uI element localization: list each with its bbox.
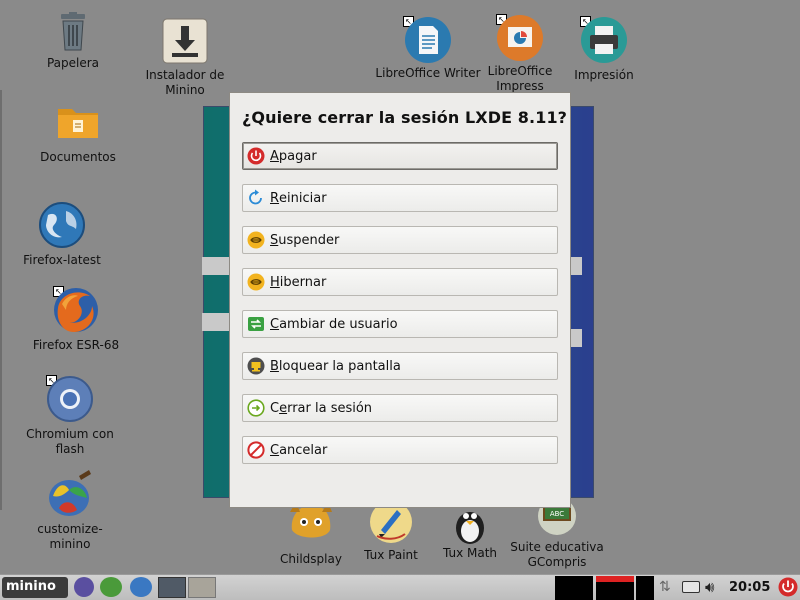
tux-penguin-icon: [448, 504, 492, 544]
desktop-icon-chromium[interactable]: ↖ Chromium con flash: [22, 375, 118, 457]
customize-label-1: customize-: [37, 522, 103, 536]
network-arrows-icon[interactable]: ⇅: [659, 579, 671, 595]
desktop-icon-trash[interactable]: Papelera: [25, 12, 121, 71]
desktop-icon-tuxmath[interactable]: Tux Math: [422, 504, 518, 561]
desktop-icon-customize[interactable]: customize- minino: [22, 470, 118, 552]
dialog-title: ¿Quiere cerrar la sesión LXDE 8.11?: [242, 108, 568, 127]
recycle-icon[interactable]: [100, 577, 122, 597]
documents-label: Documentos: [40, 150, 116, 164]
tuxmath-label: Tux Math: [442, 546, 498, 560]
hibernate-button[interactable]: Hibernar: [242, 268, 558, 296]
gcompris-label-2: GCompris: [527, 555, 587, 569]
taskbar: minino ⇅ 🔊︎ 20:05: [0, 574, 800, 600]
chromium-label-1: Chromium con: [26, 427, 114, 441]
desktop-icon-documents[interactable]: Documentos: [30, 104, 126, 165]
cancel-icon: [247, 441, 265, 459]
svg-text:ABC: ABC: [550, 510, 564, 518]
workspace-2[interactable]: [188, 577, 216, 598]
logout-mnemonic: e: [279, 400, 288, 416]
file-manager-icon[interactable]: [74, 577, 94, 597]
lock-screen-mnemonic: B: [270, 358, 279, 374]
logout-button[interactable]: Ce rrar la sesión: [242, 394, 558, 422]
trash-label: Papelera: [46, 56, 100, 70]
switch-user-button[interactable]: Cambiar de usuario: [242, 310, 558, 338]
power-icon[interactable]: [778, 577, 798, 597]
chromium-label-2: flash: [55, 442, 85, 456]
installer-icon: [162, 18, 208, 64]
hibernate-icon: [247, 273, 265, 291]
printer-icon: [580, 16, 628, 64]
suspend-label: uspender: [278, 232, 340, 248]
firefox-globe-icon: [38, 201, 86, 249]
cancel-mnemonic: C: [270, 442, 280, 458]
suspend-mnemonic: S: [270, 232, 279, 248]
switch-user-icon: [247, 315, 265, 333]
trash-icon: [55, 12, 91, 52]
firefox-latest-label: Firefox-latest: [23, 253, 101, 267]
lock-screen-label: loquear la pantalla: [278, 358, 401, 374]
start-menu-label: minino: [6, 579, 56, 594]
firefox-icon: [52, 286, 100, 334]
suspend-icon: [247, 231, 265, 249]
desktop-icon-firefox-esr[interactable]: ↖ Firefox ESR-68: [28, 286, 124, 353]
start-menu-button[interactable]: minino: [2, 577, 68, 598]
desktop-icon-lo-impress[interactable]: ↖ LibreOffice Impress: [472, 14, 568, 94]
memory-monitor: [596, 576, 634, 600]
cancel-label: ancelar: [279, 442, 328, 458]
desktop-icon-installer[interactable]: Instalador de Minino: [137, 18, 233, 98]
workspace-1[interactable]: [158, 577, 186, 598]
lock-screen-icon: [247, 357, 265, 375]
desktop-icon-printing[interactable]: ↖ Impresión: [556, 16, 652, 83]
clock[interactable]: 20:05: [729, 580, 770, 595]
keyboard-icon[interactable]: [682, 581, 700, 593]
more-apps-icon[interactable]: [130, 577, 152, 597]
desktop-icon-firefox-latest[interactable]: Firefox-latest: [14, 201, 110, 268]
writer-icon: [404, 16, 452, 64]
logout-icon: [247, 399, 265, 417]
installer-label-1: Instalador de: [145, 68, 225, 82]
cancel-button[interactable]: Cancelar: [242, 436, 558, 464]
shutdown-label: pagar: [278, 148, 317, 164]
firefox-esr-label: Firefox ESR-68: [32, 338, 120, 352]
printing-label: Impresión: [574, 68, 634, 82]
customize-paint-icon: [45, 470, 95, 518]
chromium-icon: [46, 375, 94, 423]
customize-label-2: minino: [49, 537, 91, 551]
logout-label-pre: C: [270, 400, 280, 416]
lo-impress-label-1: LibreOffice: [487, 64, 553, 78]
shutdown-button[interactable]: Apagar: [242, 142, 558, 170]
hibernate-mnemonic: H: [270, 274, 280, 290]
folder-icon: [56, 104, 100, 140]
impress-icon: [496, 14, 544, 62]
restart-label: einiciar: [279, 190, 327, 206]
suspend-button[interactable]: Suspender: [242, 226, 558, 254]
switch-user-label: ambiar de usuario: [279, 316, 398, 332]
lock-screen-button[interactable]: Bloquear la pantalla: [242, 352, 558, 380]
gcompris-label-1: Suite educativa: [510, 540, 604, 554]
switch-user-mnemonic: C: [270, 316, 280, 332]
restart-mnemonic: R: [270, 190, 280, 206]
power-icon: [247, 147, 265, 165]
shutdown-mnemonic: A: [270, 148, 279, 164]
logout-label: rrar la sesión: [287, 400, 373, 416]
installer-label-2: Minino: [165, 83, 205, 97]
logout-dialog: ¿Quiere cerrar la sesión LXDE 8.11? Apag…: [229, 92, 571, 508]
network-monitor: [636, 576, 654, 600]
restart-icon: [247, 189, 265, 207]
desktop-edge: [0, 90, 2, 510]
volume-icon[interactable]: 🔊︎: [705, 578, 714, 596]
restart-button[interactable]: Reiniciar: [242, 184, 558, 212]
cpu-monitor: [555, 576, 593, 600]
hibernate-label: ibernar: [279, 274, 327, 290]
